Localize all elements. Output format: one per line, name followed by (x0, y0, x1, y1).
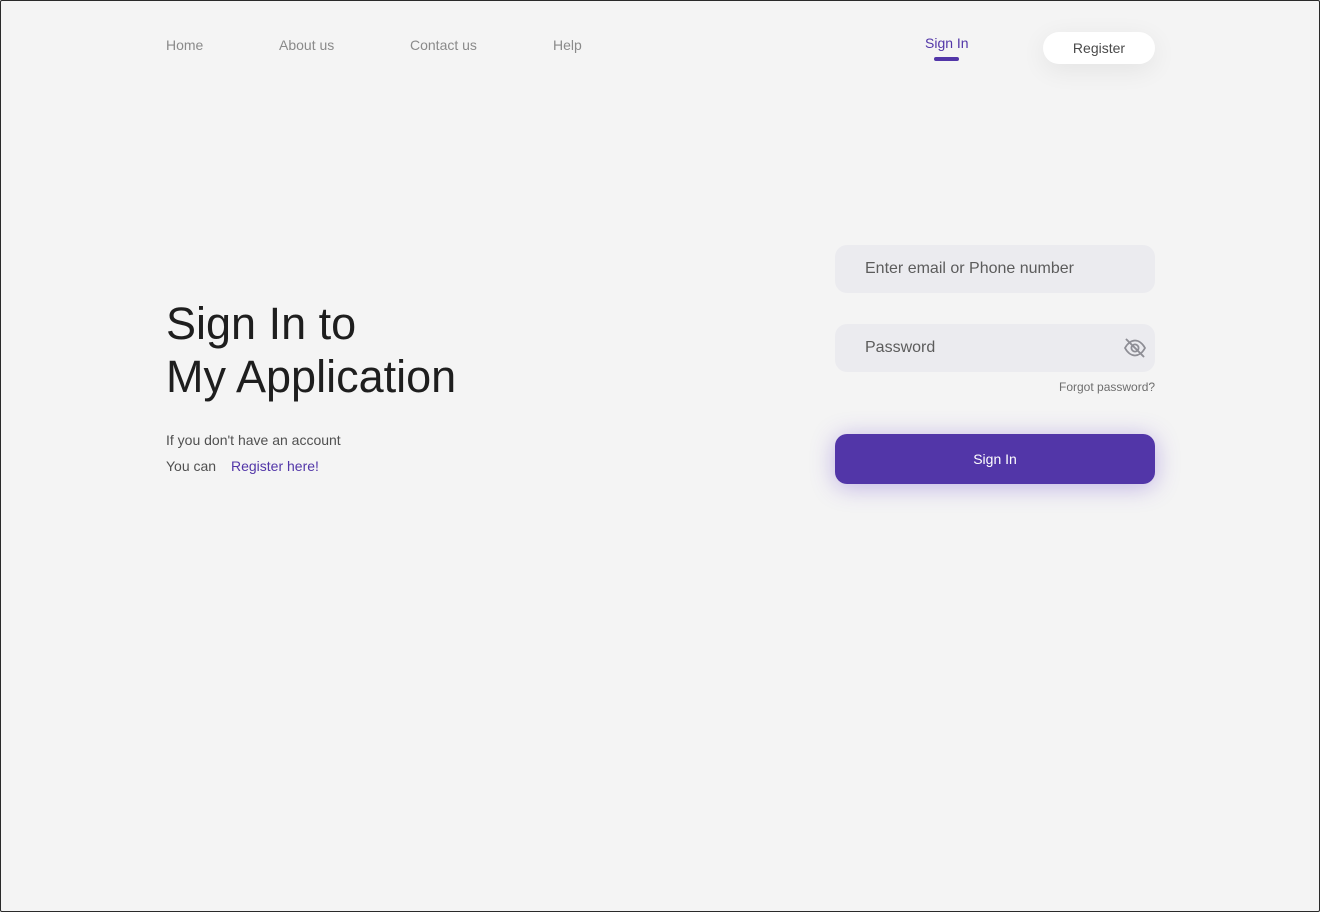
nav-link-help[interactable]: Help (553, 37, 582, 53)
you-can-text: You can (166, 458, 217, 474)
password-field-container (835, 324, 1155, 372)
password-input[interactable] (835, 324, 1155, 372)
no-account-text: If you don't have an account (166, 432, 341, 448)
page-title: Sign In to My Application (166, 297, 456, 403)
email-input[interactable] (835, 245, 1155, 293)
nav-link-about-us[interactable]: About us (279, 37, 334, 53)
page-title-line-2: My Application (166, 351, 457, 402)
nav-tab-sign-in[interactable]: Sign In (925, 35, 969, 51)
eye-slash-icon[interactable] (1123, 337, 1147, 359)
forgot-password-link[interactable]: Forgot password? (1059, 380, 1155, 394)
page-title-line-1: Sign In to (166, 298, 357, 349)
app-window: Home About us Contact us Help Sign In Re… (0, 0, 1320, 912)
register-button[interactable]: Register (1043, 32, 1155, 64)
nav-link-contact-us[interactable]: Contact us (410, 37, 477, 53)
active-tab-indicator (934, 57, 959, 61)
nav-link-home[interactable]: Home (166, 37, 203, 53)
register-here-link[interactable]: Register here! (231, 458, 319, 474)
email-field-container (835, 245, 1155, 293)
sign-in-submit-button[interactable]: Sign In (835, 434, 1155, 484)
